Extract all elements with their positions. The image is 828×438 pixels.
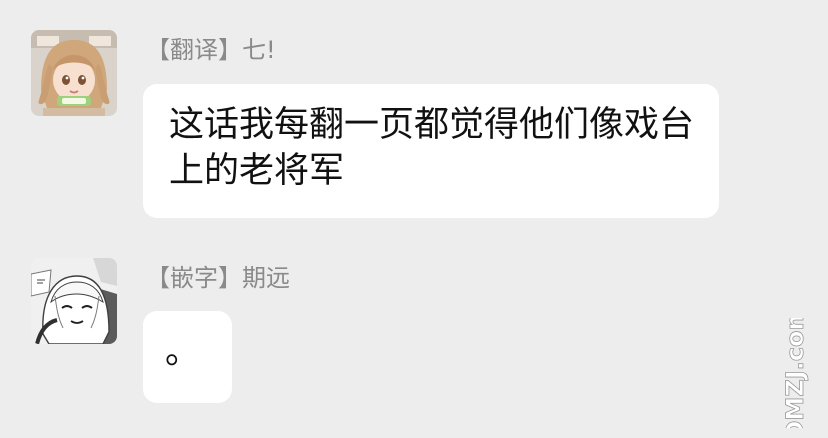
message-bubble[interactable]: 这话我每翻一页都觉得他们像戏台上的老将军 [143,84,719,218]
sender-name: 【嵌字】期远 [146,264,290,292]
sender-name: 【翻译】七! [146,36,276,64]
chat-window: 【翻译】七! 这话我每翻一页都觉得他们像戏台上的老将军 【嵌字】期远 。 DMZ… [0,0,828,438]
message-bubble[interactable]: 。 [143,311,232,403]
manga-girl-avatar-icon[interactable] [31,258,117,344]
message-text: 这话我每翻一页都觉得他们像戏台上的老将军 [169,105,695,191]
anime-girl-avatar-icon[interactable] [31,30,117,116]
dmzj-watermark: DMZJ.com [772,305,820,438]
message-text: 。 [165,332,201,372]
watermark-text: DMZJ.com [781,318,809,428]
